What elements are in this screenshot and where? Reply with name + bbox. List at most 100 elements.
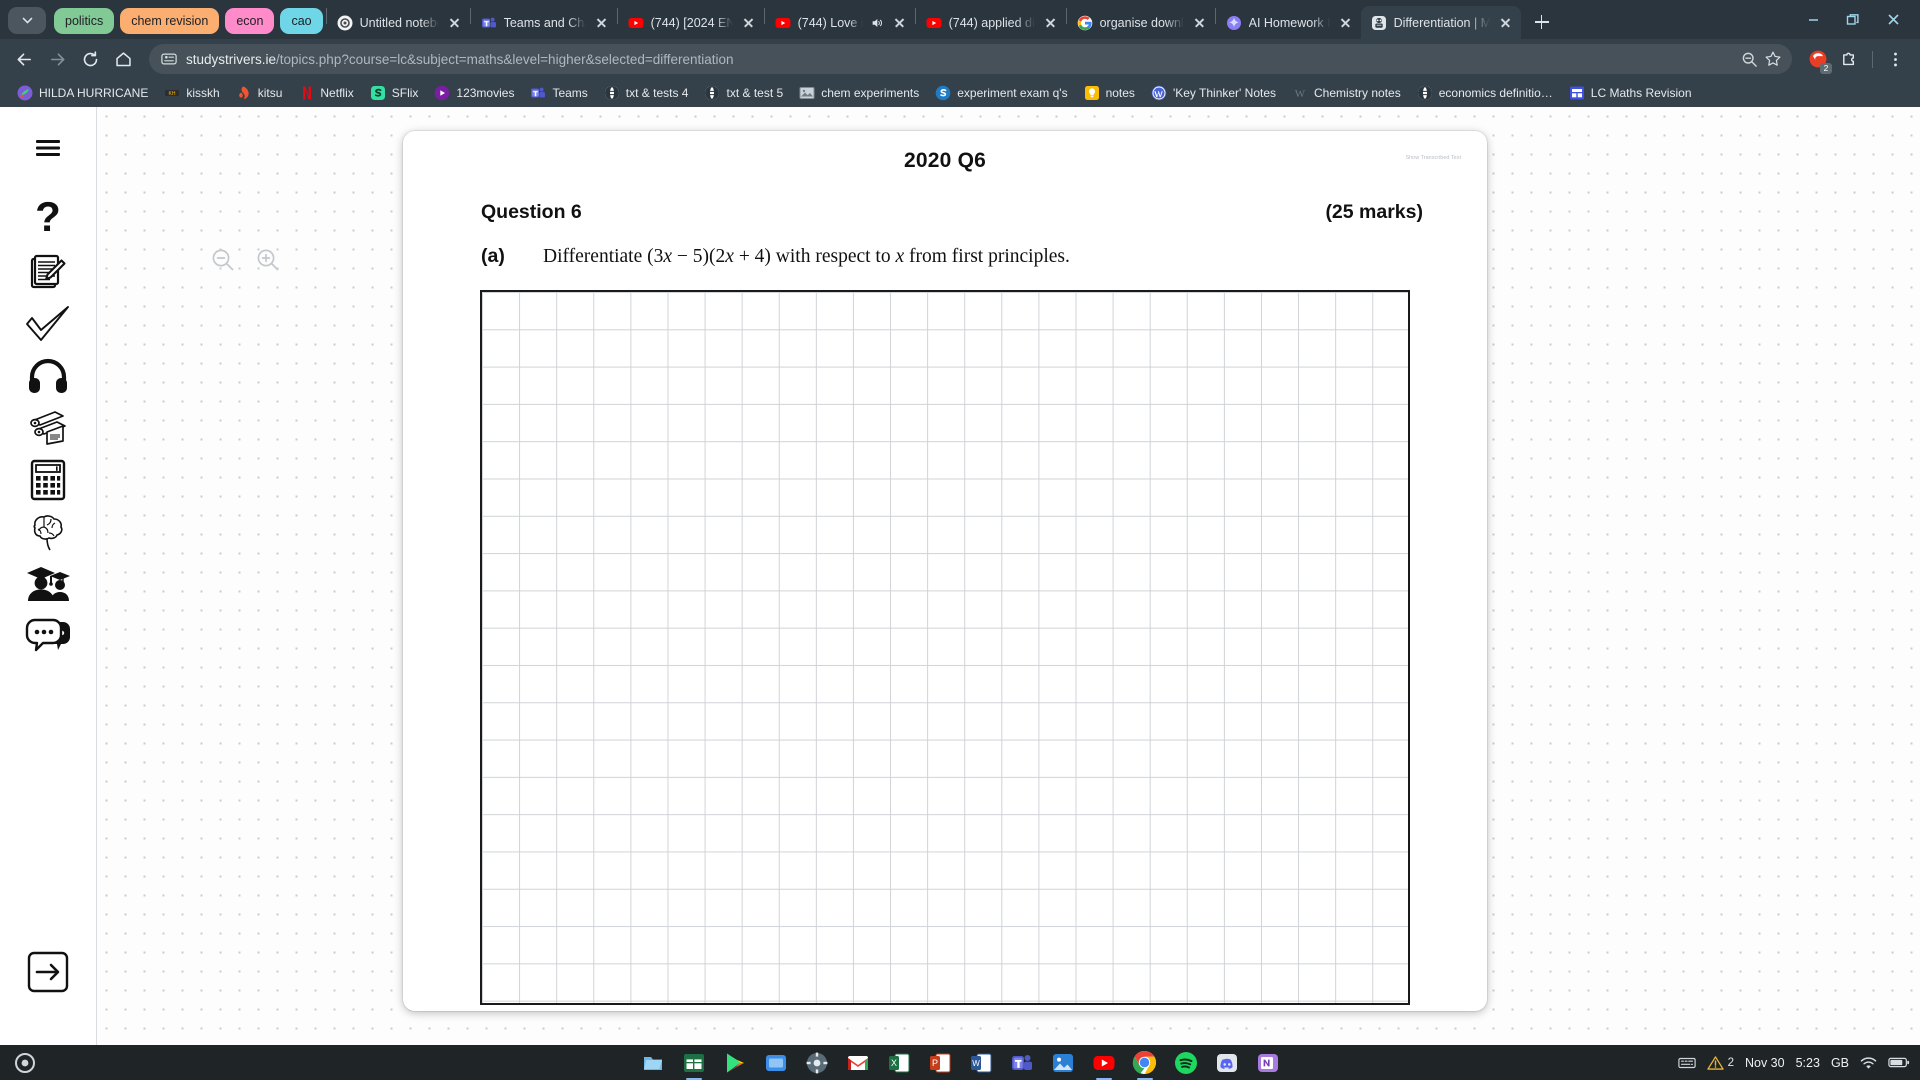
tab-group-collapse-button[interactable]	[8, 7, 46, 34]
bookmark-sflix[interactable]: SFlix	[362, 82, 427, 104]
three-dot-menu-icon	[1894, 52, 1897, 66]
sidebar-item-marking[interactable]	[20, 299, 76, 349]
tab-group-cao[interactable]: cao	[280, 8, 323, 34]
gmail-icon[interactable]	[844, 1049, 871, 1076]
wifi-icon[interactable]	[1860, 1056, 1877, 1070]
tray-time[interactable]: 5:23	[1796, 1056, 1820, 1070]
bookmark-123movies[interactable]: 123movies	[426, 82, 522, 104]
tab-ai-homework-helper[interactable]: AI Homework Helper	[1216, 6, 1361, 39]
play-store-icon[interactable]	[721, 1049, 748, 1076]
bookmark-teams[interactable]: Teams	[522, 82, 595, 104]
bookmark-star-icon[interactable]	[1764, 50, 1782, 68]
bookmark-chem-experiments[interactable]: chem experiments	[791, 82, 927, 104]
bookmark-lc-maths-revision[interactable]: LC Maths Revision	[1561, 82, 1700, 104]
close-icon[interactable]	[1191, 14, 1208, 31]
bookmark-txt-test-5[interactable]: txt & test 5	[696, 82, 791, 104]
zoom-in-button[interactable]	[255, 247, 280, 272]
settings-gear-icon[interactable]	[803, 1049, 830, 1076]
tab-group-econ[interactable]: econ	[225, 8, 275, 34]
close-icon[interactable]	[740, 14, 757, 31]
tab-youtube-2024-enniver[interactable]: (744) [2024 ENniver	[618, 6, 764, 39]
answer-grid[interactable]	[480, 290, 1410, 1005]
sidebar-item-menu[interactable]	[20, 123, 76, 173]
kisskh-icon: KH	[164, 85, 180, 101]
sidebar-item-help[interactable]: ?	[20, 195, 76, 245]
bookmark-key-thinker-notes[interactable]: 'Key Thinker' Notes	[1143, 82, 1284, 104]
site-settings-icon[interactable]	[161, 51, 177, 67]
exam-paper-sheet[interactable]: 2020 Q6 Show Transcribed Text Question 6…	[403, 131, 1487, 1011]
close-icon[interactable]	[446, 14, 463, 31]
extensions-button[interactable]	[1834, 44, 1865, 75]
tab-organise-downloads[interactable]: organise downloads	[1067, 6, 1215, 39]
chrome-menu-button[interactable]	[1880, 44, 1911, 75]
svg-text:?: ?	[35, 197, 61, 240]
powerpoint-icon[interactable]: P	[926, 1049, 953, 1076]
sidebar-item-brain[interactable]	[20, 507, 76, 557]
tab-untitled-notebook[interactable]: Untitled notebook -	[327, 6, 470, 39]
close-icon[interactable]	[1042, 14, 1059, 31]
bookmark-economics-definitions[interactable]: economics definitio…	[1409, 82, 1561, 104]
sidebar-item-audio[interactable]	[20, 351, 76, 401]
address-bar[interactable]: studystrivers.ie/topics.php?course=lc&su…	[149, 44, 1792, 74]
chrome-icon[interactable]	[1131, 1049, 1158, 1076]
zoom-out-button[interactable]	[210, 247, 235, 272]
word-icon[interactable]: W	[967, 1049, 994, 1076]
bookmark-notes[interactable]: notes	[1076, 82, 1143, 104]
close-icon[interactable]	[1337, 14, 1354, 31]
sidebar-item-past-papers[interactable]	[20, 403, 76, 453]
sidebar-item-chat[interactable]	[20, 611, 76, 661]
show-transcribed-text-link[interactable]: Show Transcribed Text	[1405, 155, 1461, 161]
bookmark-netflix[interactable]: Netflix	[290, 82, 361, 104]
close-icon[interactable]	[593, 14, 610, 31]
new-tab-button[interactable]	[1528, 8, 1556, 36]
excel-icon[interactable]: X	[885, 1049, 912, 1076]
reload-button[interactable]	[75, 44, 106, 75]
tray-date[interactable]: Nov 30	[1745, 1056, 1785, 1070]
home-button[interactable]	[108, 44, 139, 75]
bookmark-experiment-exam-qs[interactable]: experiment exam q's	[927, 82, 1075, 104]
close-icon[interactable]	[1497, 14, 1514, 31]
bookmark-kisskh[interactable]: KH kisskh	[156, 82, 227, 104]
battery-icon[interactable]	[1888, 1056, 1910, 1069]
maximize-button[interactable]	[1834, 5, 1872, 35]
bookmark-chemistry-notes[interactable]: W Chemistry notes	[1284, 82, 1409, 104]
excel-green-icon[interactable]	[680, 1049, 707, 1076]
sidebar-item-grinds[interactable]	[20, 559, 76, 609]
tab-group-politics[interactable]: politics	[54, 8, 115, 34]
file-explorer-icon[interactable]	[639, 1049, 666, 1076]
onenote-icon[interactable]	[1254, 1049, 1281, 1076]
sidebar-item-calculator[interactable]	[20, 455, 76, 505]
back-button[interactable]	[9, 44, 40, 75]
bookmark-kitsu[interactable]: kitsu	[228, 82, 291, 104]
bookmark-txt-tests-4[interactable]: txt & tests 4	[596, 82, 697, 104]
audio-muted-icon[interactable]	[870, 16, 884, 30]
photos-icon[interactable]	[1049, 1049, 1076, 1076]
minimize-button[interactable]	[1794, 5, 1832, 35]
bookmark-label: economics definitio…	[1438, 86, 1553, 100]
youtube-icon[interactable]	[1090, 1049, 1117, 1076]
tab-title: Differentiation | Mat	[1393, 15, 1490, 30]
teams-icon[interactable]	[1008, 1049, 1035, 1076]
tab-group-chem-revision[interactable]: chem revision	[120, 8, 220, 34]
discord-icon[interactable]	[1213, 1049, 1240, 1076]
zoom-out-icon[interactable]	[1741, 51, 1758, 68]
tab-differentiation-maths[interactable]: Differentiation | Mat	[1360, 6, 1521, 39]
bookmark-hilda-hurricane[interactable]: HILDA HURRICANE	[9, 82, 156, 104]
image-icon	[799, 85, 815, 101]
browser-window: politics chem revision econ cao Untitled…	[0, 0, 1920, 1045]
sidebar-item-exit[interactable]	[20, 947, 76, 997]
warning-notifications[interactable]: 2	[1706, 1055, 1734, 1071]
folder-icon[interactable]	[762, 1049, 789, 1076]
close-icon[interactable]	[891, 14, 908, 31]
tab-teams-and-channels[interactable]: Teams and Channels	[471, 6, 617, 39]
chevron-down-icon	[22, 17, 32, 24]
spotify-icon[interactable]	[1172, 1049, 1199, 1076]
keyboard-icon[interactable]	[1677, 1055, 1696, 1071]
sidebar-item-notes[interactable]	[20, 247, 76, 297]
tab-youtube-applied-differentiation[interactable]: (744) applied differe	[916, 6, 1066, 39]
forward-button[interactable]	[42, 44, 73, 75]
tab-youtube-love-is-blind[interactable]: (744) Love is Blin	[765, 6, 915, 39]
close-button[interactable]	[1874, 5, 1912, 35]
extension-with-badge[interactable]: 2	[1802, 44, 1833, 75]
start-button[interactable]	[10, 1048, 40, 1078]
